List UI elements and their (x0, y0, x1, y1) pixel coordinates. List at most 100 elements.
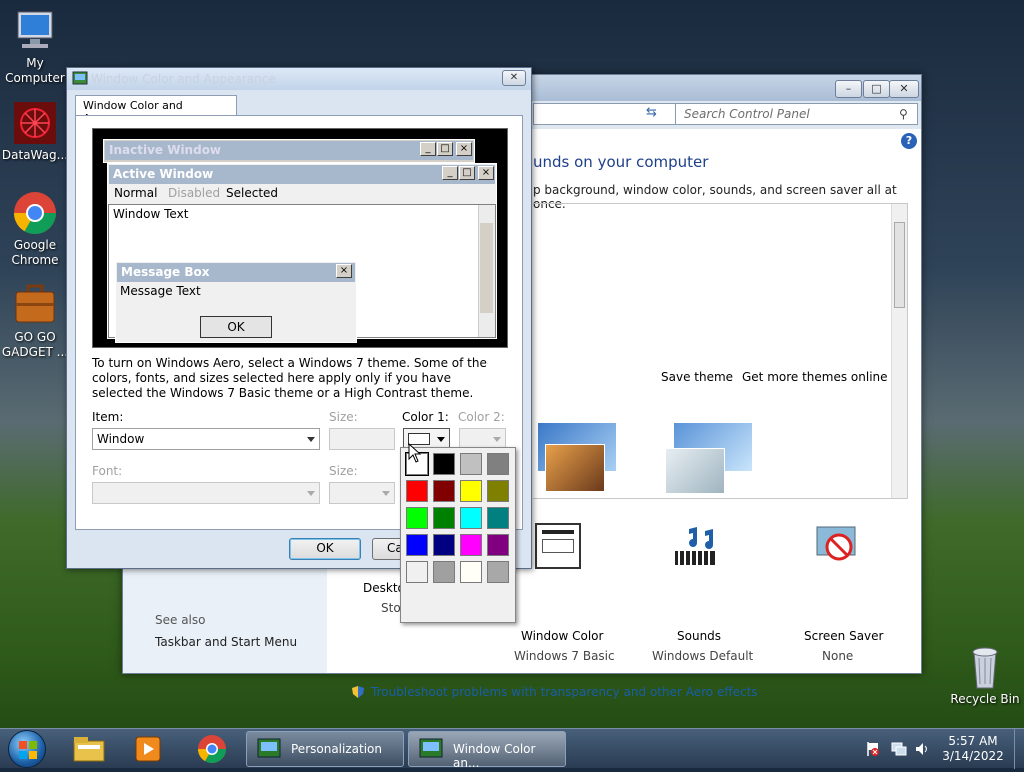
briefcase-icon (12, 282, 58, 328)
explorer-icon[interactable] (72, 735, 106, 763)
mouse-cursor-icon (408, 442, 422, 463)
clock-date: 3/14/2022 (942, 749, 1004, 763)
sounds-link[interactable]: Sounds (677, 629, 721, 643)
menu-normal: Normal (114, 186, 158, 200)
menu-selected: Selected (226, 186, 279, 200)
ok-button[interactable]: OK (289, 538, 361, 560)
action-center-icon[interactable] (866, 741, 880, 757)
preview-scrollbar (478, 205, 495, 337)
sounds-sub: Windows Default (652, 649, 754, 663)
color-swatch[interactable] (406, 561, 428, 583)
item-dropdown[interactable]: Window (92, 428, 320, 450)
color-swatch[interactable] (433, 453, 455, 475)
media-player-icon[interactable] (132, 735, 164, 763)
window-color-sub: Windows 7 Basic (514, 649, 615, 663)
show-desktop-button[interactable] (1014, 729, 1024, 769)
scrollbar-thumb[interactable] (894, 222, 905, 308)
search-input[interactable]: Search Control Panel (675, 103, 918, 125)
minimize-button[interactable]: – (835, 80, 862, 98)
dialog-titlebar: Window Color and Appearance ✕ (67, 68, 531, 90)
taskbar-personalization[interactable]: Personalization (246, 731, 404, 767)
size-spinner[interactable] (329, 428, 395, 450)
dialog-close-button[interactable]: ✕ (502, 70, 526, 86)
desktop-icon-datawag[interactable]: DataWag... (0, 100, 70, 163)
chrome-taskbar-icon[interactable] (196, 733, 228, 765)
window-text: Window Text (113, 207, 189, 221)
maximize-button[interactable]: □ (863, 80, 890, 98)
more-themes-link[interactable]: Get more themes online (742, 370, 888, 384)
taskbar-link[interactable]: Taskbar and Start Menu (155, 635, 297, 649)
desktop-icon-chrome[interactable]: Google Chrome (0, 190, 70, 268)
troubleshoot-link[interactable]: Troubleshoot problems with transparency … (371, 685, 758, 699)
desktop-icon-recycle-bin[interactable]: Recycle Bin (950, 644, 1020, 707)
close-icon: × (336, 264, 352, 278)
chevron-down-icon (307, 437, 315, 442)
color-swatch[interactable] (487, 453, 509, 475)
tab-window-color[interactable]: Window Color and Appearance (75, 95, 237, 125)
chevron-down-icon (437, 437, 445, 442)
font-size-label: Size: (329, 464, 358, 478)
color-swatch[interactable] (433, 480, 455, 502)
message-box-preview: Message Box × Message Text OK (115, 261, 357, 343)
color-swatch[interactable] (460, 507, 482, 529)
network-icon[interactable] (891, 741, 907, 757)
desktop-icon-gadget[interactable]: GO GO GADGET ... (0, 282, 70, 360)
theme-thumbnail[interactable] (661, 418, 759, 498)
help-icon[interactable]: ? (901, 133, 917, 149)
color-swatch[interactable] (460, 453, 482, 475)
color-swatch[interactable] (460, 561, 482, 583)
color2-label: Color 2: (458, 410, 505, 424)
color-swatch[interactable] (487, 534, 509, 556)
color1-label: Color 1: (402, 410, 449, 424)
color-swatch[interactable] (406, 480, 428, 502)
page-heading: unds on your computer (533, 153, 709, 171)
inactive-window-title: Inactive Window (105, 141, 473, 160)
font-size-dropdown[interactable] (329, 482, 395, 504)
font-dropdown[interactable] (92, 482, 320, 504)
message-text: Message Text (120, 284, 201, 298)
taskbar-window-color-label: Window Color an... (453, 742, 536, 770)
window-color-task-icon (419, 738, 443, 760)
close-icon: × (478, 166, 494, 180)
start-button[interactable] (8, 730, 46, 768)
screen-saver-link[interactable]: Screen Saver (804, 629, 883, 643)
preview-ok-button: OK (200, 316, 272, 338)
sounds-icon[interactable] (671, 523, 721, 569)
desktop-icon-label: Google Chrome (11, 238, 59, 267)
desktop-icon-my-computer[interactable]: My Computer (0, 8, 70, 86)
taskbar-window-color[interactable]: Window Color an... (408, 731, 566, 770)
recycle-bin-icon (962, 644, 1008, 690)
color-swatch[interactable] (433, 534, 455, 556)
color-swatch[interactable] (460, 534, 482, 556)
minimize-icon: _ (420, 142, 436, 156)
themes-scrollbar[interactable] (891, 204, 907, 498)
desktop-icon-label: Recycle Bin (950, 692, 1020, 706)
maximize-icon: □ (459, 166, 475, 180)
screen-saver-icon[interactable] (813, 523, 863, 569)
color-swatch[interactable] (487, 480, 509, 502)
search-icon[interactable]: ⚲ (899, 107, 908, 121)
close-icon: × (456, 142, 472, 156)
color-swatch[interactable] (487, 561, 509, 583)
color-swatch[interactable] (406, 507, 428, 529)
volume-icon[interactable] (914, 741, 930, 757)
window-color-link[interactable]: Window Color (521, 629, 603, 643)
menu-disabled: Disabled (168, 186, 221, 200)
item-label: Item: (92, 410, 124, 424)
themes-list[interactable]: Save theme Get more themes online (533, 203, 908, 499)
color-swatch[interactable] (406, 534, 428, 556)
window-color-icon[interactable] (535, 523, 581, 569)
close-button[interactable]: ✕ (889, 80, 919, 98)
theme-thumbnail[interactable] (533, 418, 623, 498)
color-swatch[interactable] (487, 507, 509, 529)
color-swatch[interactable] (433, 507, 455, 529)
save-theme-link[interactable]: Save theme (661, 370, 733, 384)
clock[interactable]: 5:57 AM 3/14/2022 (938, 734, 1008, 764)
aero-info-text: To turn on Windows Aero, select a Window… (92, 356, 487, 400)
refresh-icon[interactable]: ⇆ (646, 105, 668, 123)
computer-icon (12, 8, 58, 54)
dialog-app-icon (72, 71, 88, 85)
color-swatch[interactable] (433, 561, 455, 583)
color-swatch[interactable] (460, 480, 482, 502)
desktop-icon-label: GO GO GADGET ... (1, 330, 69, 359)
